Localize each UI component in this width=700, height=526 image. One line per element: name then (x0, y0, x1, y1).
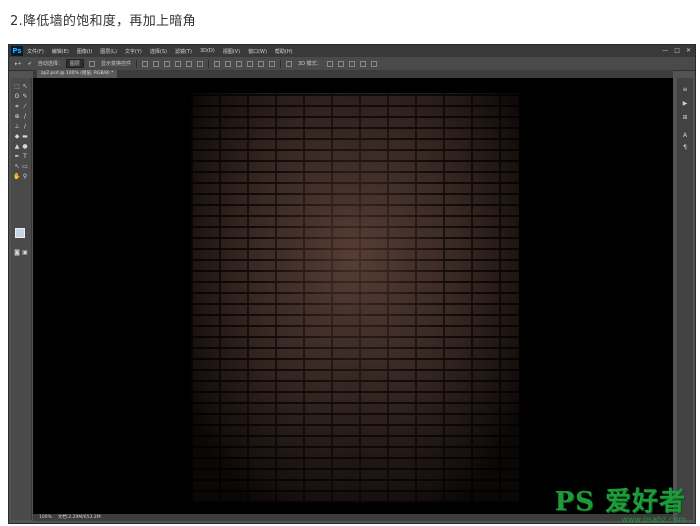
rectangle-tool-icon[interactable]: ▭ (21, 164, 29, 170)
align-center-icon[interactable] (185, 60, 192, 67)
menu-window[interactable]: 窗口(W) (248, 48, 267, 55)
align-bottom-icon[interactable] (163, 60, 170, 67)
history-brush-icon[interactable]: ∕ (21, 124, 29, 130)
menu-3d[interactable]: 3D(D) (200, 48, 215, 54)
doc-info: 文档:2.29M/653.2M (57, 515, 101, 520)
history-panel-icon[interactable]: ≡ (680, 86, 690, 94)
pen-tool-icon[interactable]: ✒ (13, 154, 21, 160)
3d-scale-icon[interactable] (370, 60, 377, 67)
window-controls: — □ ✕ (662, 47, 691, 54)
minimize-button[interactable]: — (662, 47, 668, 54)
auto-select-checkbox[interactable]: ✔ (28, 61, 32, 67)
distribute-left-icon[interactable] (246, 60, 253, 67)
move-tool-icon[interactable]: ↖ (21, 84, 29, 90)
properties-panel-icon[interactable]: ⊞ (680, 114, 690, 122)
align-right-icon[interactable] (196, 60, 203, 67)
screen-mode-icon[interactable]: ▣ (21, 250, 29, 256)
healing-brush-icon[interactable]: ⊕ (13, 114, 21, 120)
distribute-center-icon[interactable] (257, 60, 264, 67)
dodge-tool-icon[interactable]: ● (21, 144, 29, 150)
document-tabs: zp2.psd @ 100% (组层, RGB/8) * (33, 70, 673, 78)
site-watermark: PS 爱好者 www.psahz.com (555, 481, 686, 524)
3d-pan-icon[interactable] (348, 60, 355, 67)
blur-tool-icon[interactable]: ▲ (13, 144, 21, 150)
auto-align-icon[interactable] (285, 60, 292, 67)
align-left-icon[interactable] (174, 60, 181, 67)
divider (279, 59, 281, 68)
menu-bar: Ps 文件(F) 编辑(E) 图像(I) 图层(L) 文字(Y) 选择(S) 滤… (9, 45, 695, 57)
canvas-area[interactable] (33, 78, 673, 514)
character-panel-icon[interactable]: A (680, 132, 690, 140)
divider (207, 59, 209, 68)
brick-wall-image (191, 93, 519, 503)
distribute-right-icon[interactable] (268, 60, 275, 67)
photoshop-window: Ps 文件(F) 编辑(E) 图像(I) 图层(L) 文字(Y) 选择(S) 滤… (8, 44, 696, 524)
distribute-top-icon[interactable] (213, 60, 220, 67)
transform-checkbox[interactable] (88, 60, 95, 67)
actions-panel-icon[interactable]: ▶ (680, 100, 690, 108)
close-button[interactable]: ✕ (686, 47, 691, 54)
tools-panel: ⬚ ↖ ʘ ✎ ⌗ ⁄ ⊕ / ⊥ ∕ ◆ ▬ ▲ ● ✒ T ↖ ▭ ✋ ⚲ … (11, 78, 32, 520)
3d-mode-label: 3D 模式： (297, 61, 322, 67)
auto-select-dropdown[interactable]: 图层 (65, 59, 84, 68)
quick-select-icon[interactable]: ✎ (21, 94, 29, 100)
transform-label: 显示变换控件 (100, 61, 131, 67)
auto-select-label: 自动选择： (37, 61, 63, 67)
menu-select[interactable]: 选择(S) (150, 48, 167, 55)
3d-rotate-icon[interactable] (326, 60, 333, 67)
crop-tool-icon[interactable]: ⌗ (13, 104, 21, 110)
divider (135, 59, 137, 68)
watermark-logo: PS 爱好者 (554, 487, 686, 517)
align-top-icon[interactable] (141, 60, 148, 67)
lasso-tool-icon[interactable]: ʘ (13, 94, 21, 100)
distribute-bottom-icon[interactable] (235, 60, 242, 67)
clone-stamp-icon[interactable]: ⊥ (13, 124, 21, 130)
menu-edit[interactable]: 编辑(E) (52, 48, 69, 55)
eraser-icon[interactable]: ◆ (13, 134, 21, 140)
zoom-tool-icon[interactable]: ⚲ (21, 174, 29, 180)
quick-mask-icon[interactable]: ◙ (13, 250, 21, 256)
align-middle-icon[interactable] (152, 60, 159, 67)
distribute-middle-icon[interactable] (224, 60, 231, 67)
3d-slide-icon[interactable] (359, 60, 366, 67)
ps-logo: Ps (11, 46, 23, 56)
document-tab[interactable]: zp2.psd @ 100% (组层, RGB/8) * (37, 70, 118, 78)
zoom-level[interactable]: 100% (39, 514, 52, 521)
hand-tool-icon[interactable]: ✋ (13, 174, 21, 180)
options-bar: ▸+ ✔ 自动选择： 图层 显示变换控件 3D 模式： (9, 57, 695, 71)
menu-file[interactable]: 文件(F) (27, 48, 44, 55)
step-caption: 2.降低墙的饱和度，再加上暗角 (10, 14, 196, 29)
menu-view[interactable]: 视图(V) (223, 48, 240, 55)
gradient-icon[interactable]: ▬ (21, 134, 29, 140)
foreground-color[interactable] (15, 228, 25, 238)
menu-image[interactable]: 图像(I) (77, 48, 92, 55)
paragraph-panel-icon[interactable]: ¶ (680, 144, 690, 152)
menu-layer[interactable]: 图层(L) (100, 48, 117, 55)
panel-dock: ≡ ▶ ⊞ A ¶ (677, 78, 693, 520)
menu-help[interactable]: 帮助(H) (275, 48, 293, 55)
brush-tool-icon[interactable]: / (21, 114, 29, 120)
path-select-icon[interactable]: ↖ (13, 164, 21, 170)
menu-type[interactable]: 文字(Y) (125, 48, 142, 55)
move-tool-icon[interactable]: ▸+ (15, 61, 22, 67)
3d-roll-icon[interactable] (337, 60, 344, 67)
marquee-tool-icon[interactable]: ⬚ (13, 84, 21, 90)
maximize-button[interactable]: □ (674, 47, 680, 54)
type-tool-icon[interactable]: T (21, 154, 29, 160)
menu-filter[interactable]: 滤镜(T) (175, 48, 192, 55)
eyedropper-icon[interactable]: ⁄ (21, 104, 29, 110)
